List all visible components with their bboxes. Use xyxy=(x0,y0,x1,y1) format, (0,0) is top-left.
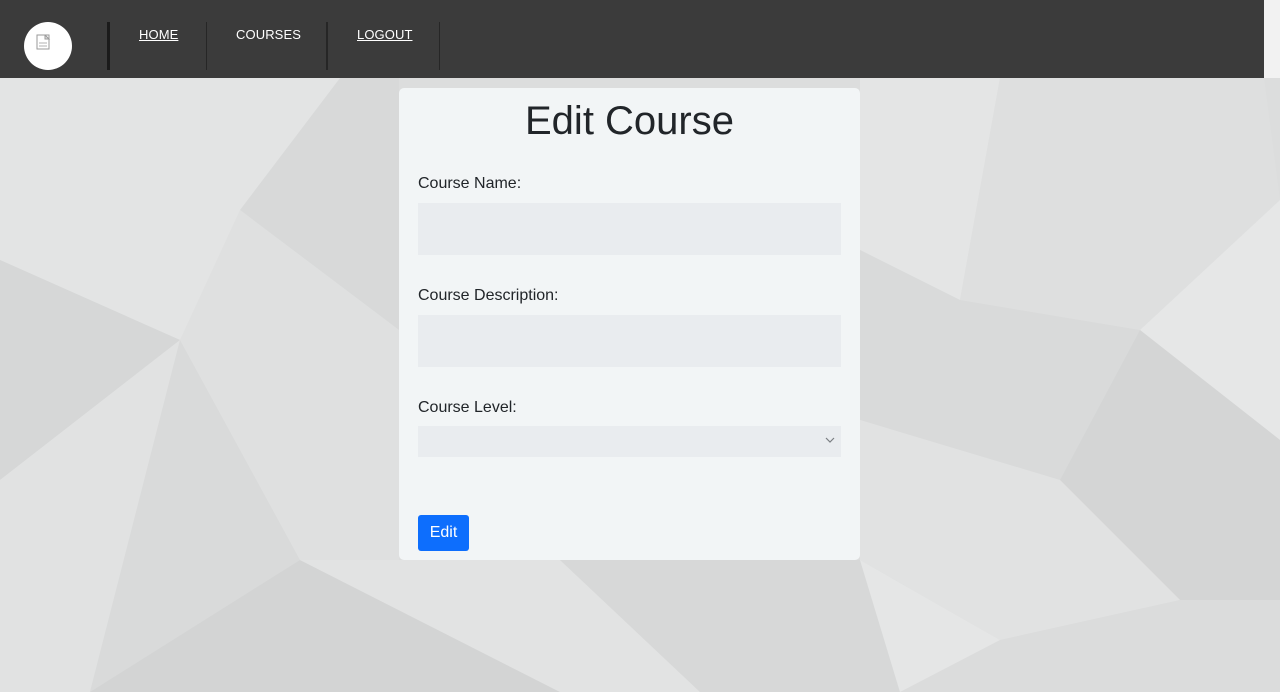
nav-divider-thick xyxy=(107,22,110,70)
nav-link-logout[interactable]: LOGOUT xyxy=(357,27,413,42)
edit-course-card: Edit Course Course Name: Course Descript… xyxy=(399,88,860,560)
nav-divider xyxy=(439,22,440,70)
course-level-label: Course Level: xyxy=(418,399,517,416)
nav-link-courses[interactable]: COURSES xyxy=(236,27,301,42)
top-navbar: HOME COURSES LOGOUT xyxy=(0,0,1264,78)
broken-image-icon xyxy=(36,34,51,50)
course-name-input[interactable] xyxy=(418,203,841,255)
chevron-down-icon xyxy=(825,437,835,443)
nav-divider xyxy=(206,22,207,70)
nav-divider xyxy=(326,22,328,70)
course-name-label: Course Name: xyxy=(418,175,522,192)
nav-link-home[interactable]: HOME xyxy=(139,27,178,42)
course-level-select[interactable] xyxy=(418,426,841,457)
logo[interactable] xyxy=(24,22,72,70)
course-description-input[interactable] xyxy=(418,315,841,367)
course-description-label: Course Description: xyxy=(418,287,559,304)
page-title: Edit Course xyxy=(525,99,734,143)
scrollbar-gutter xyxy=(1264,0,1280,78)
edit-button[interactable]: Edit xyxy=(418,515,469,551)
